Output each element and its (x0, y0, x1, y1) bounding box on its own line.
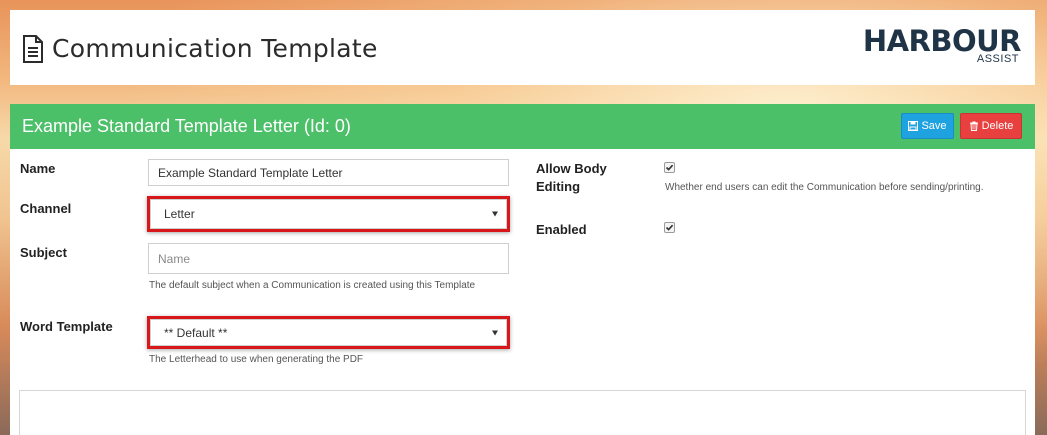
document-icon (23, 34, 43, 63)
harbour-assist-logo: HARBOUR ASSIST (861, 24, 1022, 72)
word-template-select[interactable]: ** Default ** (150, 319, 507, 346)
body-editor[interactable] (19, 390, 1026, 435)
logo-wordmark: HARBOUR (862, 24, 1022, 58)
enabled-checkbox[interactable] (664, 222, 675, 233)
channel-select[interactable]: Letter (150, 199, 507, 229)
channel-label: Channel (20, 201, 72, 216)
allow-body-editing-label-line2: Editing (536, 179, 581, 194)
name-input[interactable]: Example Standard Template Letter (148, 159, 509, 186)
word-template-label: Word Template (20, 319, 113, 334)
floppy-disk-icon (908, 121, 919, 131)
allow-body-editing-help-text: Whether end users can edit the Communica… (665, 182, 984, 193)
word-template-help-text: The Letterhead to use when generating th… (149, 354, 364, 365)
save-button[interactable]: Save (901, 113, 954, 139)
subject-input[interactable]: Name (148, 243, 509, 274)
name-label: Name (20, 161, 56, 176)
subject-help-text: The default subject when a Communication… (149, 280, 476, 291)
subject-placeholder: Name (158, 251, 191, 266)
subject-label: Subject (20, 245, 67, 260)
enabled-label: Enabled (536, 222, 587, 237)
template-form-card: Example Standard Template Letter (Id: 0)… (10, 104, 1035, 435)
page-title-group: Communication Template (22, 34, 378, 63)
channel-selected-value: Letter (164, 207, 195, 221)
page-header: Communication Template HARBOUR ASSIST (10, 10, 1035, 85)
trash-icon (969, 121, 978, 131)
chevron-down-icon (492, 211, 498, 217)
delete-button[interactable]: Delete (960, 113, 1022, 139)
word-template-selected-value: ** Default ** (164, 325, 228, 340)
save-button-label: Save (921, 120, 947, 132)
allow-body-editing-label-line1: Allow Body (536, 161, 607, 176)
card-title: Example Standard Template Letter (Id: 0) (22, 116, 351, 136)
delete-button-label: Delete (981, 120, 1014, 132)
allow-body-editing-checkbox[interactable] (664, 162, 675, 173)
card-header: Example Standard Template Letter (Id: 0)… (10, 104, 1035, 149)
chevron-down-icon (492, 330, 498, 335)
page-title: Communication Template (52, 34, 378, 63)
name-input-value: Example Standard Template Letter (158, 165, 343, 180)
